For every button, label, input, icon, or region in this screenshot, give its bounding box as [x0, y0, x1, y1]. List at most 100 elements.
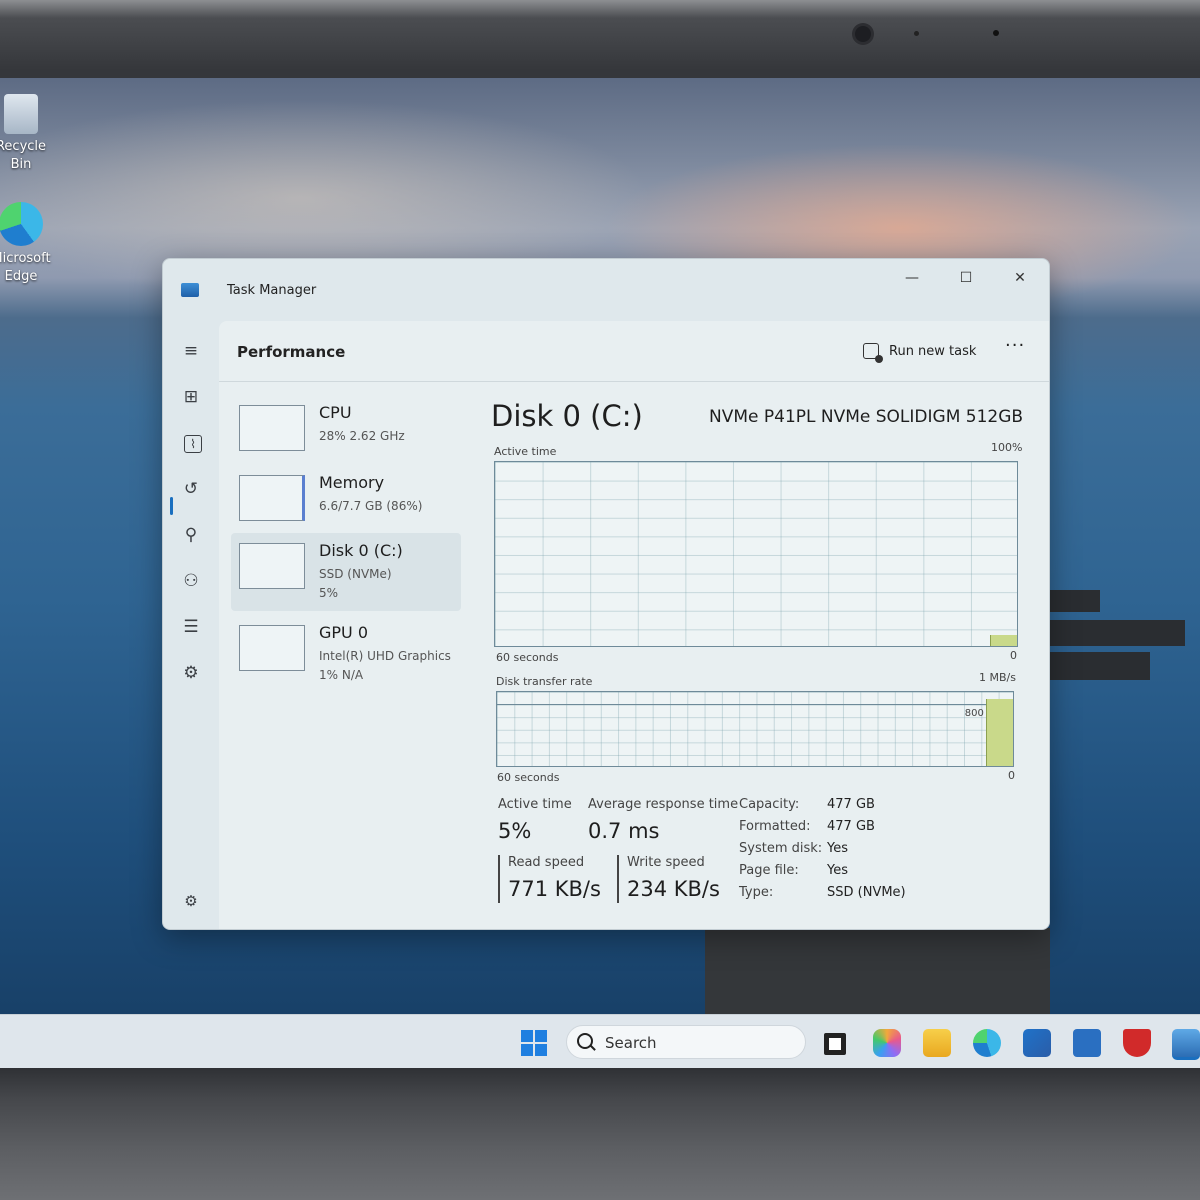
avg-response-label: Average response time — [588, 797, 739, 812]
active-time-time-label: 60 seconds — [496, 651, 559, 664]
maximize-button[interactable]: ☐ — [943, 263, 989, 293]
edge-icon — [0, 202, 43, 246]
settings-icon[interactable]: ⚙ — [177, 887, 205, 915]
write-speed-value: 234 KB/s — [627, 877, 720, 901]
read-speed-value: 771 KB/s — [508, 877, 601, 901]
disk-transfer-graph: 800 KB/s — [496, 691, 1014, 767]
webcam-icon — [855, 26, 871, 42]
search-icon — [577, 1033, 593, 1049]
formatted-value: 477 GB — [827, 819, 875, 834]
users-icon[interactable]: ⚇ — [177, 567, 205, 595]
active-time-graph — [494, 461, 1018, 647]
copilot-icon[interactable] — [873, 1029, 901, 1057]
detail-title: Disk 0 (C:) — [491, 399, 643, 433]
active-time-graph-label: Active time — [494, 445, 557, 458]
memory-mini-graph — [239, 475, 305, 521]
disk-mini-graph — [239, 543, 305, 589]
device-name: GPU 0 — [319, 623, 369, 642]
write-speed-label: Write speed — [627, 855, 705, 870]
transfer-graph-spike — [986, 699, 1013, 766]
dell-icon[interactable] — [1073, 1029, 1101, 1057]
startup-apps-icon[interactable]: ⚲ — [177, 521, 205, 549]
minimize-button[interactable]: — — [889, 263, 935, 293]
disk-model: NVMe P41PL NVMe SOLIDIGM 512GB — [709, 407, 1024, 427]
device-type: SSD (NVMe) — [319, 567, 392, 581]
gpu-mini-graph — [239, 625, 305, 671]
sensor-dot — [914, 31, 919, 36]
desktop-icon-recycle-bin[interactable]: Recycle Bin — [0, 94, 56, 174]
device-name: CPU — [319, 403, 352, 422]
transfer-min-label: 0 — [1008, 769, 1015, 782]
formatted-label: Formatted: — [739, 819, 811, 834]
nav-selection-indicator — [170, 497, 173, 515]
cpu-mini-graph — [239, 405, 305, 451]
processes-icon[interactable]: ⊞ — [177, 383, 205, 411]
file-explorer-icon[interactable] — [923, 1029, 951, 1057]
task-manager-window: Task Manager — ☐ ✕ ≡ ⊞ ⌇ ↺ ⚲ ⚇ ☰ ⚙ ⚙ Per… — [162, 258, 1050, 930]
device-name: Disk 0 (C:) — [319, 541, 403, 560]
title-bar[interactable]: Task Manager — ☐ ✕ — [163, 259, 1049, 321]
performance-page: Performance Run new task ··· CPU 28% 2.6… — [219, 321, 1049, 929]
desktop-icon-label: Microsoft Edge — [0, 251, 51, 284]
navigation-rail: ≡ ⊞ ⌇ ↺ ⚲ ⚇ ☰ ⚙ ⚙ — [163, 321, 219, 929]
laptop-bezel-bottom — [0, 1068, 1200, 1200]
run-task-icon — [863, 343, 883, 363]
header-divider — [219, 381, 1049, 382]
active-time-value: 5% — [498, 819, 532, 843]
taskbar: Search — [0, 1014, 1200, 1071]
write-speed-indicator — [617, 855, 619, 903]
device-model: Intel(R) UHD Graphics — [319, 649, 451, 663]
device-stats: 6.6/7.7 GB (86%) — [319, 499, 423, 513]
active-time-min-label: 0 — [1010, 649, 1017, 662]
active-time-graph-spike — [990, 635, 1017, 646]
edge-icon[interactable] — [973, 1029, 1001, 1057]
store-icon[interactable] — [1023, 1029, 1051, 1057]
task-manager-app-icon — [181, 283, 199, 297]
wallpaper-pier — [1045, 590, 1100, 612]
app-history-icon[interactable]: ↺ — [177, 475, 205, 503]
wallpaper-pier — [1045, 652, 1150, 680]
device-item-gpu[interactable]: GPU 0 Intel(R) UHD Graphics 1% N/A — [231, 615, 461, 691]
hamburger-menu-icon[interactable]: ≡ — [177, 337, 205, 365]
system-disk-value: Yes — [827, 841, 848, 856]
page-title: Performance — [237, 343, 346, 361]
run-new-task-button[interactable]: Run new task — [863, 337, 976, 365]
start-icon[interactable] — [521, 1030, 547, 1056]
search-placeholder: Search — [605, 1034, 657, 1052]
task-manager-icon[interactable] — [1172, 1029, 1200, 1060]
active-time-max-label: 100% — [991, 441, 1023, 454]
desktop-icon-edge[interactable]: Microsoft Edge — [0, 202, 62, 286]
read-speed-label: Read speed — [508, 855, 585, 870]
avg-response-value: 0.7 ms — [588, 819, 660, 843]
device-name: Memory — [319, 473, 385, 492]
page-file-label: Page file: — [739, 863, 799, 878]
desktop-icon-label: Recycle Bin — [0, 139, 47, 172]
device-item-cpu[interactable]: CPU 28% 2.62 GHz — [231, 395, 461, 471]
type-label: Type: — [739, 885, 774, 900]
task-view-icon[interactable] — [824, 1033, 846, 1055]
device-usage: 1% N/A — [319, 668, 364, 682]
laptop-bezel-top — [0, 0, 1200, 78]
mcafee-icon[interactable] — [1123, 1029, 1151, 1057]
device-item-disk[interactable]: Disk 0 (C:) SSD (NVMe) 5% — [231, 533, 461, 611]
wallpaper-pier — [1045, 620, 1185, 646]
more-options-button[interactable]: ··· — [1005, 335, 1025, 356]
capacity-label: Capacity: — [739, 797, 800, 812]
read-speed-indicator — [498, 855, 500, 903]
run-new-task-label: Run new task — [889, 343, 977, 359]
close-button[interactable]: ✕ — [997, 263, 1043, 293]
transfer-graph-label: Disk transfer rate — [496, 675, 593, 688]
transfer-time-label: 60 seconds — [497, 771, 560, 784]
active-time-label: Active time — [498, 797, 572, 812]
transfer-reference-line — [497, 704, 1013, 705]
taskbar-search-box[interactable]: Search — [566, 1025, 806, 1059]
device-item-memory[interactable]: Memory 6.6/7.7 GB (86%) — [231, 465, 461, 541]
capacity-value: 477 GB — [827, 797, 875, 812]
performance-icon[interactable]: ⌇ — [184, 435, 202, 453]
device-usage: 5% — [319, 586, 339, 600]
services-icon[interactable]: ⚙ — [177, 659, 205, 687]
type-value: SSD (NVMe) — [827, 885, 906, 900]
details-icon[interactable]: ☰ — [177, 613, 205, 641]
sensor-dot — [993, 30, 999, 36]
window-title: Task Manager — [227, 283, 317, 298]
